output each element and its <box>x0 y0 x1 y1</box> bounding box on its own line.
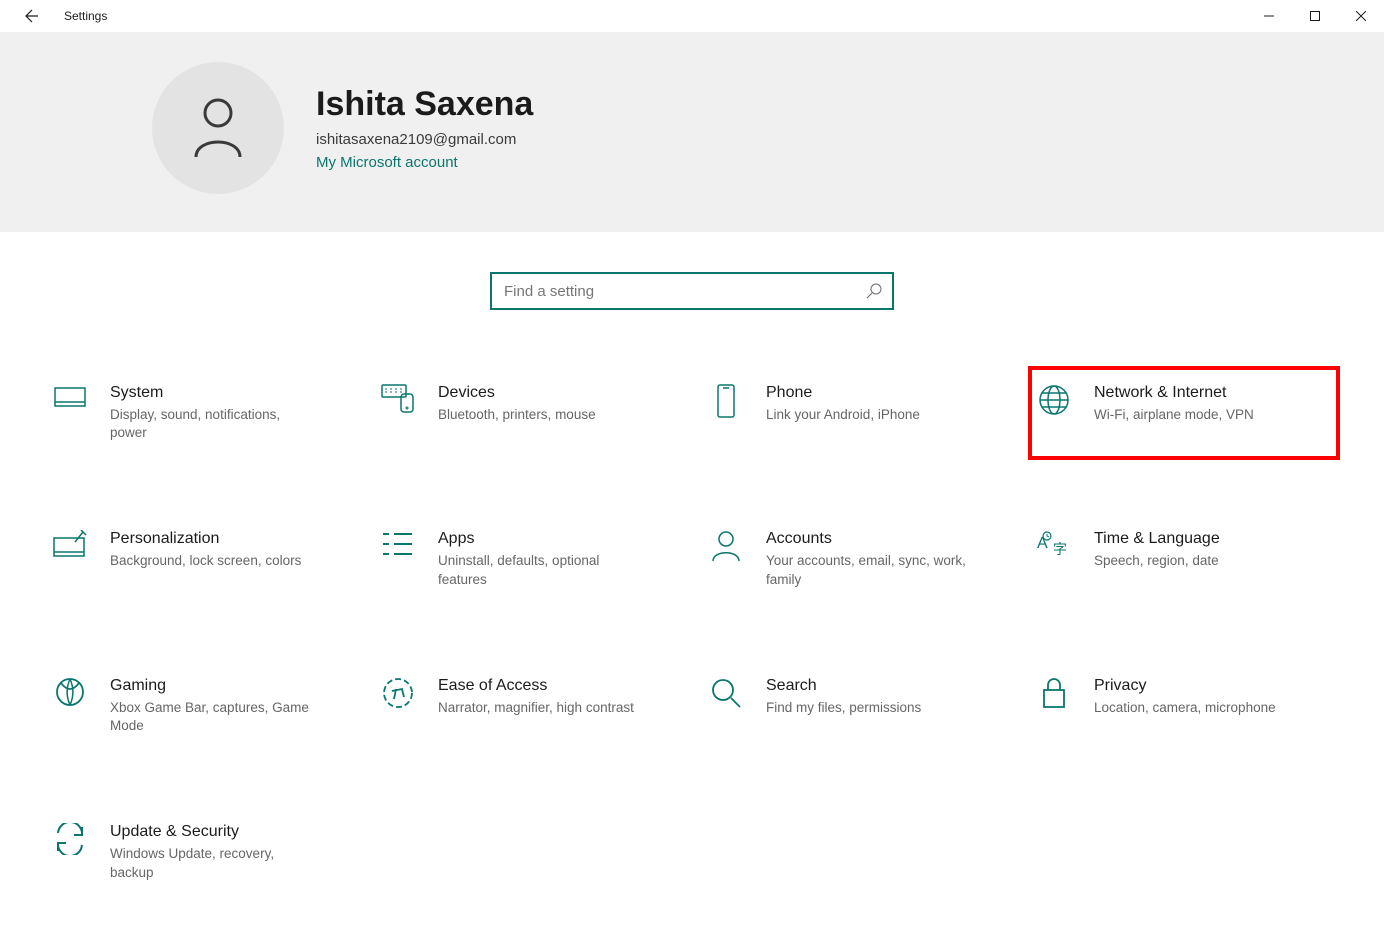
tile-title: Accounts <box>766 530 976 548</box>
tile-apps[interactable]: Apps Uninstall, defaults, optional featur… <box>376 516 680 602</box>
user-email: ishitasaxena2109@gmail.com <box>316 131 533 148</box>
tile-desc: Find my files, permissions <box>766 699 921 717</box>
tile-desc: Narrator, magnifier, high contrast <box>438 699 634 717</box>
tile-desc: Windows Update, recovery, backup <box>110 845 320 881</box>
tile-title: System <box>110 384 320 402</box>
window-controls <box>1246 0 1384 32</box>
settings-grid: System Display, sound, notifications, pow… <box>0 346 1384 936</box>
maximize-button[interactable] <box>1292 0 1338 32</box>
titlebar: Settings <box>0 0 1384 32</box>
tile-time-language[interactable]: A字 Time & Language Speech, region, date <box>1032 516 1336 602</box>
tile-title: Ease of Access <box>438 677 634 695</box>
tile-desc: Speech, region, date <box>1094 552 1220 570</box>
lock-icon <box>1036 677 1072 735</box>
user-icon <box>190 97 246 159</box>
ease-of-access-icon <box>380 677 416 735</box>
tile-desc: Bluetooth, printers, mouse <box>438 406 596 424</box>
microsoft-account-link[interactable]: My Microsoft account <box>316 154 533 171</box>
tile-search[interactable]: Search Find my files, permissions <box>704 663 1008 749</box>
tile-desc: Xbox Game Bar, captures, Game Mode <box>110 699 320 735</box>
search-icon <box>866 283 882 299</box>
profile-header: Ishita Saxena ishitasaxena2109@gmail.com… <box>0 32 1384 232</box>
tile-devices[interactable]: Devices Bluetooth, printers, mouse <box>376 370 680 456</box>
tile-title: Privacy <box>1094 677 1276 695</box>
time-language-icon: A字 <box>1036 530 1072 588</box>
tile-desc: Uninstall, defaults, optional features <box>438 552 648 588</box>
close-icon <box>1356 11 1366 21</box>
update-icon <box>52 823 88 881</box>
tile-title: Search <box>766 677 921 695</box>
tile-accounts[interactable]: Accounts Your accounts, email, sync, work… <box>704 516 1008 602</box>
personalization-icon <box>52 530 88 588</box>
minimize-button[interactable] <box>1246 0 1292 32</box>
tile-desc: Wi-Fi, airplane mode, VPN <box>1094 406 1254 424</box>
tile-personalization[interactable]: Personalization Background, lock screen, … <box>48 516 352 602</box>
svg-text:A: A <box>1037 535 1048 552</box>
tile-privacy[interactable]: Privacy Location, camera, microphone <box>1032 663 1336 749</box>
avatar[interactable] <box>152 62 284 194</box>
tile-gaming[interactable]: Gaming Xbox Game Bar, captures, Game Mode <box>48 663 352 749</box>
tile-desc: Your accounts, email, sync, work, family <box>766 552 976 588</box>
search-category-icon <box>708 677 744 735</box>
tile-desc: Location, camera, microphone <box>1094 699 1276 717</box>
apps-icon <box>380 530 416 588</box>
system-icon <box>52 384 88 442</box>
tile-system[interactable]: System Display, sound, notifications, pow… <box>48 370 352 456</box>
tile-title: Phone <box>766 384 920 402</box>
tile-title: Network & Internet <box>1094 384 1254 402</box>
gaming-icon <box>52 677 88 735</box>
tile-title: Devices <box>438 384 596 402</box>
accounts-icon <box>708 530 744 588</box>
tile-title: Time & Language <box>1094 530 1220 548</box>
tile-title: Update & Security <box>110 823 320 841</box>
minimize-icon <box>1264 11 1274 21</box>
phone-icon <box>708 384 744 442</box>
arrow-left-icon <box>22 8 38 24</box>
globe-icon <box>1036 384 1072 442</box>
tile-desc: Background, lock screen, colors <box>110 552 301 570</box>
user-name: Ishita Saxena <box>316 85 533 124</box>
tile-desc: Link your Android, iPhone <box>766 406 920 424</box>
search-area <box>0 232 1384 346</box>
tile-phone[interactable]: Phone Link your Android, iPhone <box>704 370 1008 456</box>
tile-title: Apps <box>438 530 648 548</box>
tile-ease-of-access[interactable]: Ease of Access Narrator, magnifier, high … <box>376 663 680 749</box>
tile-desc: Display, sound, notifications, power <box>110 406 320 442</box>
tile-title: Gaming <box>110 677 320 695</box>
close-button[interactable] <box>1338 0 1384 32</box>
window-title: Settings <box>64 9 107 23</box>
devices-icon <box>380 384 416 442</box>
tile-network-internet[interactable]: Network & Internet Wi-Fi, airplane mode, … <box>1032 370 1336 456</box>
search-input[interactable] <box>504 283 866 300</box>
tile-title: Personalization <box>110 530 301 548</box>
back-button[interactable] <box>20 6 40 26</box>
tile-update-security[interactable]: Update & Security Windows Update, recover… <box>48 809 352 895</box>
search-box[interactable] <box>490 272 894 310</box>
svg-text:字: 字 <box>1053 541 1067 557</box>
maximize-icon <box>1310 11 1320 21</box>
